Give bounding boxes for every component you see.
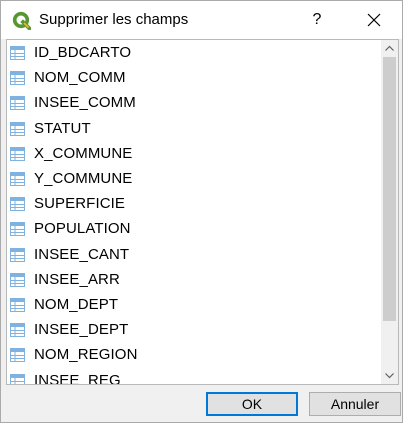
scroll-thumb[interactable] [383,57,396,321]
table-field-icon [10,146,25,161]
fields-list-items: ID_BDCARTO NOM_COMM INSEE_COMM STATUT X_COMM… [7,40,381,384]
field-label: X_COMMUNE [34,144,133,162]
list-item[interactable]: Y_COMMUNE [7,167,381,192]
list-item[interactable]: INSEE_REG [7,369,381,384]
field-label: INSEE_REG [34,371,121,384]
list-item[interactable]: NOM_DEPT [7,293,381,318]
chevron-down-icon [385,373,394,379]
field-label: INSEE_COMM [34,94,136,112]
close-icon [367,13,381,27]
list-item[interactable]: INSEE_DEPT [7,318,381,343]
field-label: NOM_REGION [34,346,138,364]
field-label: INSEE_CANT [34,245,130,263]
help-button[interactable]: ? [303,5,331,35]
vertical-scrollbar[interactable] [381,40,398,384]
title-bar: Supprimer les champs ? [1,1,402,39]
list-item[interactable]: INSEE_CANT [7,243,381,268]
table-field-icon [10,373,25,384]
list-item[interactable]: POPULATION [7,217,381,242]
table-field-icon [10,323,25,338]
list-item[interactable]: X_COMMUNE [7,142,381,167]
list-item[interactable]: INSEE_COMM [7,91,381,116]
table-field-icon [10,46,25,60]
table-field-icon [10,121,25,136]
field-label: STATUT [34,119,91,137]
chevron-up-icon [385,45,394,51]
list-item[interactable]: STATUT [7,117,381,142]
scroll-down-button[interactable] [381,367,398,384]
window-title: Supprimer les champs [39,11,189,28]
table-field-icon [10,71,25,86]
field-label: POPULATION [34,220,131,238]
table-field-icon [10,96,25,111]
field-label: ID_BDCARTO [34,44,132,61]
fields-list[interactable]: ID_BDCARTO NOM_COMM INSEE_COMM STATUT X_COMM… [6,39,399,385]
scroll-up-button[interactable] [381,40,398,57]
field-label: INSEE_DEPT [34,321,129,339]
field-label: Y_COMMUNE [34,170,133,187]
field-label: NOM_DEPT [34,296,119,313]
table-field-icon [10,197,25,212]
list-item[interactable]: NOM_COMM [7,66,381,91]
ok-button[interactable]: OK [206,392,298,416]
list-item[interactable]: INSEE_ARR [7,268,381,293]
field-label: INSEE_ARR [34,270,120,288]
list-item[interactable]: SUPERFICIE [7,192,381,217]
cancel-button[interactable]: Annuler [309,392,401,416]
field-label: NOM_COMM [34,69,126,87]
table-field-icon [10,172,25,186]
qgis-logo-icon [12,11,33,32]
list-item[interactable]: ID_BDCARTO [7,41,381,66]
table-field-icon [10,247,25,262]
table-field-icon [10,272,25,287]
table-field-icon [10,222,25,237]
close-button[interactable] [357,5,391,35]
remove-fields-dialog: Supprimer les champs ? ID_BDCARTO NOM_COM… [0,0,403,423]
field-label: SUPERFICIE [34,195,126,213]
list-item[interactable]: NOM_REGION [7,343,381,368]
table-field-icon [10,298,25,312]
table-field-icon [10,348,25,363]
